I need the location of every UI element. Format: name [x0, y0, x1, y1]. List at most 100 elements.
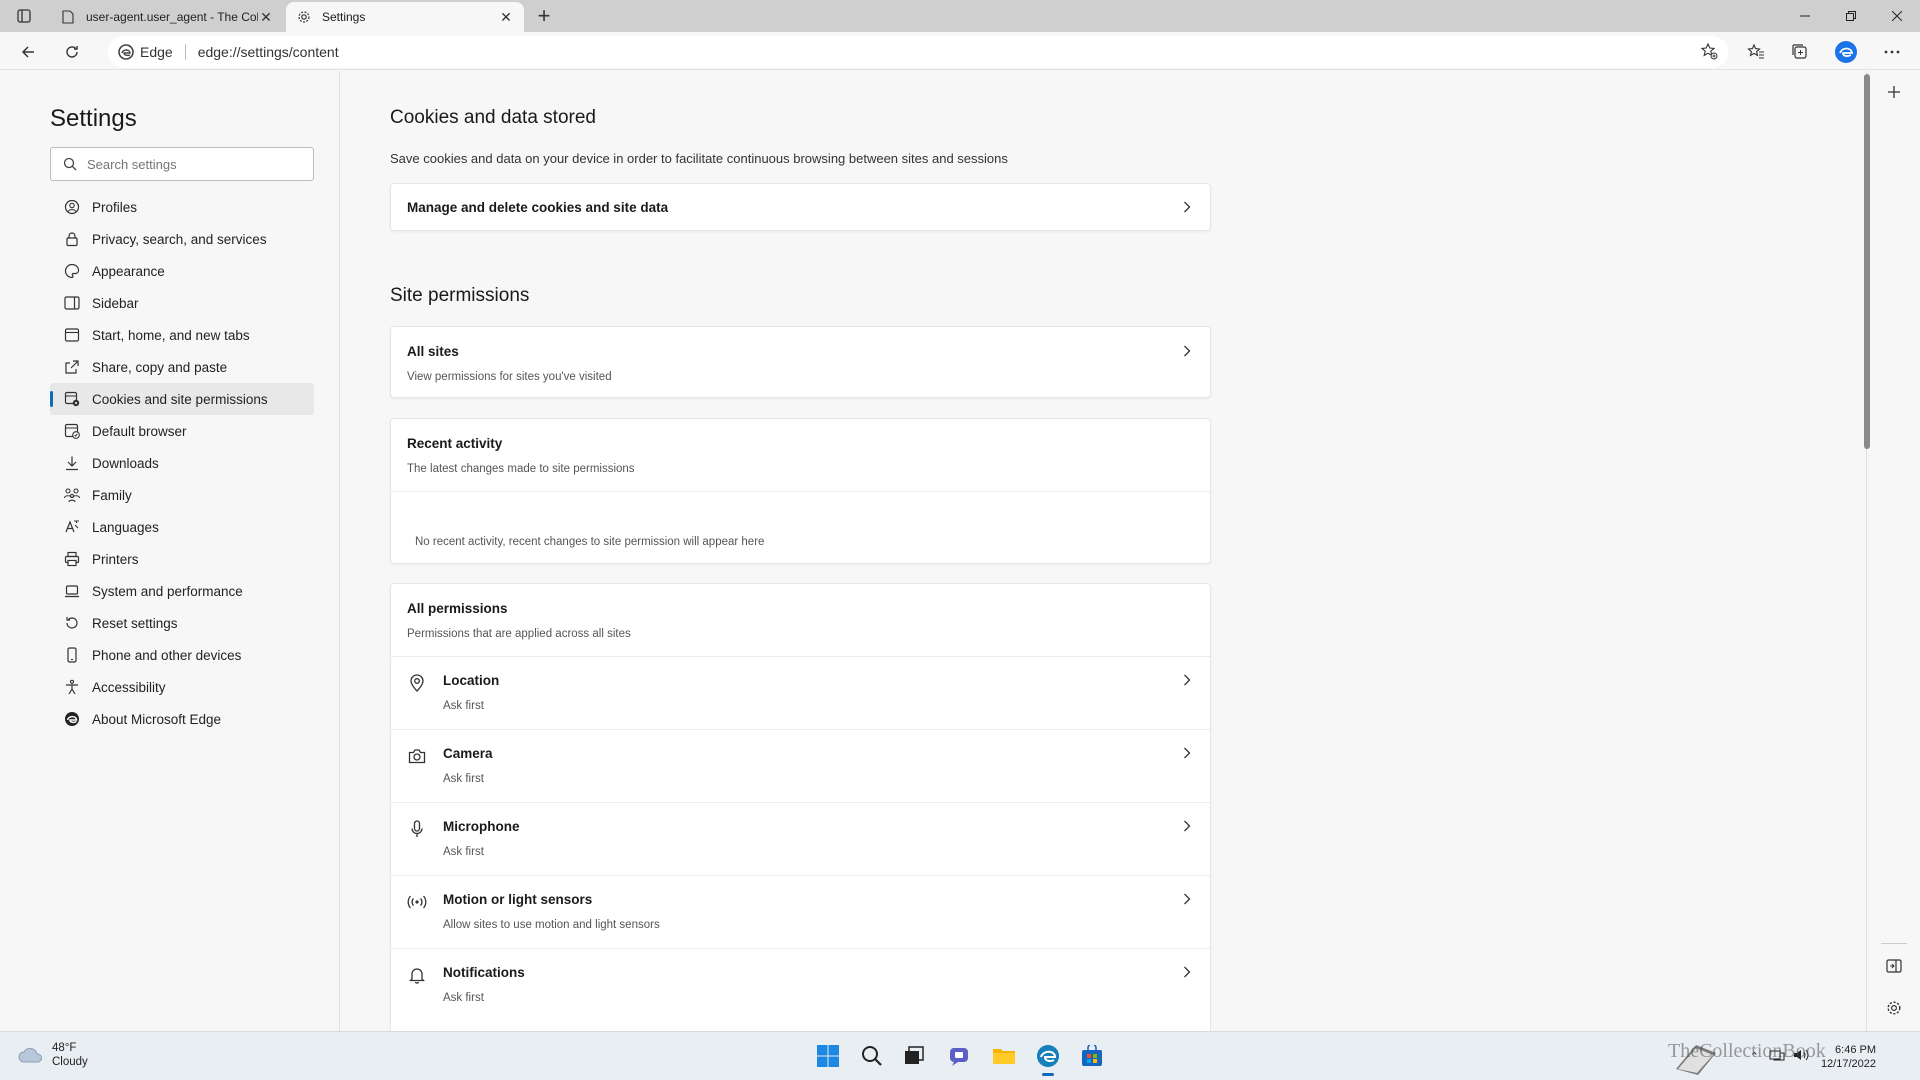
all-sites-card[interactable]: All sites View permissions for sites you…	[390, 326, 1211, 398]
minimize-button[interactable]	[1782, 0, 1828, 32]
accessibility-icon	[63, 678, 81, 696]
cookies-icon	[63, 390, 81, 408]
permission-subtitle: Allow sites to use motion and light sens…	[443, 919, 660, 931]
permission-row-notifications[interactable]: Notifications Ask first	[391, 949, 1210, 1022]
close-icon[interactable]: ✕	[258, 9, 274, 25]
sidebar-item-family[interactable]: Family	[50, 479, 314, 511]
search-icon	[63, 157, 77, 171]
all-sites-row[interactable]: All sites View permissions for sites you…	[391, 327, 1210, 399]
search-input[interactable]	[87, 156, 287, 172]
sidebar-item-label: Phone and other devices	[92, 647, 242, 663]
tab-strip: user-agent.user_agent - The Col ✕ Settin…	[0, 0, 1920, 32]
clock-time: 6:46 PM	[1835, 1043, 1876, 1056]
phone-icon	[63, 646, 81, 664]
weather-condition: Cloudy	[52, 1056, 88, 1068]
add-favorite-icon[interactable]	[1700, 42, 1718, 63]
scrollbar-thumb[interactable]	[1864, 74, 1870, 449]
chevron-right-icon	[1180, 200, 1194, 214]
permission-row-camera[interactable]: Camera Ask first	[391, 730, 1210, 803]
sidebar-item-privacy-search-and-services[interactable]: Privacy, search, and services	[50, 223, 314, 255]
sidebar-item-appearance[interactable]: Appearance	[50, 255, 314, 287]
edge-logo-icon	[118, 44, 134, 60]
edge-chip[interactable]: Edge	[118, 44, 173, 60]
sidebar-item-system-and-performance[interactable]: System and performance	[50, 575, 314, 607]
sidebar-item-label: Default browser	[92, 423, 187, 439]
sidebar-item-languages[interactable]: Languages	[50, 511, 314, 543]
task-view-button[interactable]	[898, 1040, 930, 1072]
collections-button[interactable]	[1786, 38, 1814, 66]
cookies-description: Save cookies and data on your device in …	[390, 151, 1008, 166]
profile-button[interactable]	[1832, 38, 1860, 66]
file-explorer-button[interactable]	[988, 1040, 1020, 1072]
back-button[interactable]	[14, 38, 42, 66]
bell-icon	[407, 965, 427, 985]
default-browser-icon	[63, 422, 81, 440]
plus-icon	[1888, 86, 1900, 98]
permission-row-motion-or-light-sensors[interactable]: Motion or light sensors Allow sites to us…	[391, 876, 1210, 949]
sidebar-item-label: Family	[92, 487, 132, 503]
hide-sidebar-button[interactable]	[1883, 955, 1905, 977]
sidebar-item-profiles[interactable]: Profiles	[50, 191, 314, 223]
recent-activity-empty-text: No recent activity, recent changes to si…	[415, 536, 765, 548]
chevron-right-icon	[1180, 819, 1194, 833]
sidebar-settings-button[interactable]	[1883, 997, 1905, 1019]
gear-icon	[296, 9, 312, 25]
avatar	[1835, 41, 1857, 63]
address-bar[interactable]: Edge edge://settings/content	[108, 36, 1728, 68]
sidebar-item-cookies-and-site-permissions[interactable]: Cookies and site permissions	[50, 383, 314, 415]
edge-taskbar-button[interactable]	[1032, 1040, 1064, 1076]
more-options-button[interactable]	[1878, 38, 1906, 66]
close-icon[interactable]: ✕	[498, 9, 514, 25]
chevron-right-icon	[1180, 344, 1194, 358]
url-text[interactable]: edge://settings/content	[198, 44, 339, 60]
tab-user-agent[interactable]: user-agent.user_agent - The Col ✕	[50, 2, 284, 32]
search-taskbar-button[interactable]	[856, 1040, 888, 1072]
sidebar-item-share-copy-and-paste[interactable]: Share, copy and paste	[50, 351, 314, 383]
settings-search[interactable]	[50, 147, 314, 181]
refresh-button[interactable]	[58, 38, 86, 66]
back-arrow-icon	[21, 46, 34, 58]
site-permissions-heading: Site permissions	[390, 285, 530, 306]
sidebar-item-downloads[interactable]: Downloads	[50, 447, 314, 479]
permission-subtitle: Ask first	[443, 992, 484, 1004]
restore-button[interactable]	[1828, 0, 1874, 32]
weather-widget[interactable]: 48°F Cloudy	[18, 1041, 88, 1069]
add-sidebar-app-button[interactable]	[1883, 81, 1905, 103]
sidebar-item-start-home-and-new-tabs[interactable]: Start, home, and new tabs	[50, 319, 314, 351]
tab-settings[interactable]: Settings ✕	[286, 2, 524, 32]
edge-chip-label: Edge	[140, 44, 173, 60]
tab-title: Settings	[322, 10, 366, 24]
favorites-button[interactable]	[1742, 38, 1770, 66]
manage-cookies-row[interactable]: Manage and delete cookies and site data	[391, 184, 1210, 232]
settings-sidebar: Settings Profiles Privacy, search, and se…	[0, 71, 340, 1031]
start-button[interactable]	[812, 1040, 844, 1072]
sidebar-item-label: About Microsoft Edge	[92, 711, 222, 727]
edge-logo-icon	[63, 710, 81, 728]
sidebar-item-label: Printers	[92, 551, 139, 567]
chat-button[interactable]	[944, 1040, 976, 1072]
manage-cookies-label: Manage and delete cookies and site data	[407, 200, 669, 215]
watermark-text: TheCollectionBook	[1668, 1040, 1826, 1062]
sidebar-item-about-microsoft-edge[interactable]: About Microsoft Edge	[50, 703, 314, 735]
favorites-icon	[1747, 43, 1764, 59]
close-window-button[interactable]	[1874, 0, 1920, 32]
clock[interactable]: 6:46 PM 12/17/2022	[1821, 1043, 1876, 1071]
cloud-icon	[18, 1047, 42, 1063]
sidebar-item-default-browser[interactable]: Default browser	[50, 415, 314, 447]
sidebar-item-reset-settings[interactable]: Reset settings	[50, 607, 314, 639]
permission-row-microphone[interactable]: Microphone Ask first	[391, 803, 1210, 876]
new-tab-button[interactable]: +	[532, 3, 556, 28]
sidebar-item-sidebar[interactable]: Sidebar	[50, 287, 314, 319]
permission-row-location[interactable]: Location Ask first	[391, 657, 1210, 730]
sidebar-item-phone-and-other-devices[interactable]: Phone and other devices	[50, 639, 314, 671]
chevron-right-icon	[1180, 673, 1194, 687]
manage-cookies-card[interactable]: Manage and delete cookies and site data	[390, 183, 1211, 231]
sidebar-item-printers[interactable]: Printers	[50, 543, 314, 575]
tab-actions-button[interactable]	[12, 6, 36, 26]
document-icon	[60, 9, 76, 25]
store-button[interactable]	[1076, 1040, 1108, 1072]
permission-subtitle: Ask first	[443, 700, 484, 712]
family-icon	[63, 486, 81, 504]
tab-title: user-agent.user_agent - The Col	[86, 10, 258, 24]
sidebar-item-accessibility[interactable]: Accessibility	[50, 671, 314, 703]
